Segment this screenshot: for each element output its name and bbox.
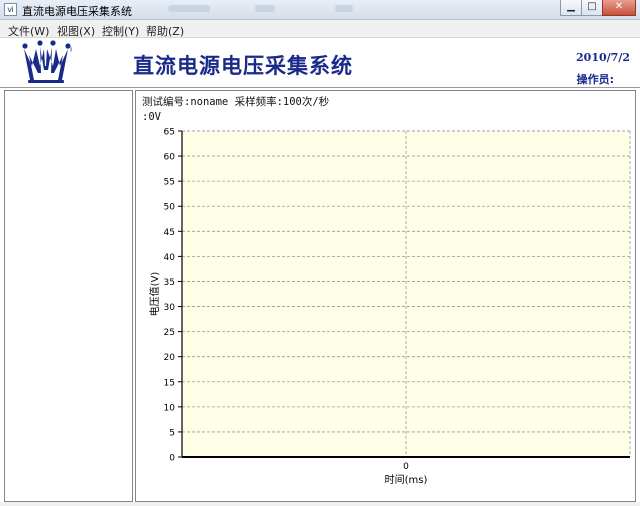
- y-tick-label: 5: [169, 428, 175, 438]
- y-tick-label: 15: [164, 378, 175, 388]
- svg-text:®: ®: [70, 47, 72, 54]
- title-bar-blur: [335, 5, 353, 12]
- y-tick-label: 20: [164, 353, 176, 363]
- date-label: 2010/7/2: [576, 51, 630, 64]
- maximize-icon: □: [587, 1, 597, 12]
- menu-bar: 文件(W) 视图(X) 控制(Y) 帮助(Z): [0, 20, 640, 38]
- crown-logo-icon: ®: [22, 40, 72, 83]
- menu-help[interactable]: 帮助(Z): [146, 23, 184, 39]
- y-tick-label: 35: [164, 278, 175, 288]
- menu-view[interactable]: 视图(X): [57, 23, 95, 39]
- y-tick-label: 25: [164, 328, 175, 338]
- y-tick-label: 30: [164, 303, 176, 313]
- title-bar[interactable]: ⅵ 直流电源电压采集系统 ▁ □ ✕: [0, 0, 640, 20]
- menu-control[interactable]: 控制(Y): [102, 23, 139, 39]
- x-axis-label: 时间(ms): [385, 473, 428, 486]
- maximize-button[interactable]: □: [581, 0, 603, 16]
- title-bar-blur: [168, 5, 210, 12]
- app-icon[interactable]: ⅵ: [4, 3, 17, 16]
- minimize-button[interactable]: ▁: [560, 0, 582, 16]
- y-tick-label: 0: [169, 454, 175, 464]
- y-tick-label: 50: [164, 203, 176, 213]
- status-bar: [0, 502, 640, 506]
- y-tick-label: 55: [164, 178, 175, 188]
- y-tick-label: 10: [164, 403, 176, 413]
- menu-file[interactable]: 文件(W): [8, 23, 49, 39]
- operator-label: 操作员:: [576, 73, 614, 86]
- window-title: 直流电源电压采集系统: [22, 5, 132, 18]
- close-button[interactable]: ✕: [602, 0, 636, 16]
- voltage-chart: 0 5 10 15 20 25 30 35 40 45 50 55 60 65 0 时间(ms) 电压值(V…: [148, 128, 631, 486]
- y-tick-label: 40: [164, 253, 176, 263]
- left-panel[interactable]: [4, 90, 133, 502]
- minimize-icon: ▁: [567, 1, 575, 12]
- y-tick-label: 60: [164, 153, 176, 163]
- y-tick-label: 45: [164, 228, 175, 238]
- header: ® 直流电源电压采集系统 2010/7/2 操作员:: [0, 38, 640, 88]
- chart-panel: 测试编号:noname 采样频率:100次/秒 :0V 0 5 10 15 20 25 30…: [135, 90, 636, 502]
- x-tick-label: 0: [403, 462, 409, 472]
- app-heading: 直流电源电压采集系统: [133, 53, 353, 78]
- title-bar-blur: [255, 5, 275, 12]
- close-icon: ✕: [614, 1, 624, 12]
- y-axis-label: 电压值(V): [148, 272, 161, 317]
- y-tick-label: 65: [164, 128, 175, 138]
